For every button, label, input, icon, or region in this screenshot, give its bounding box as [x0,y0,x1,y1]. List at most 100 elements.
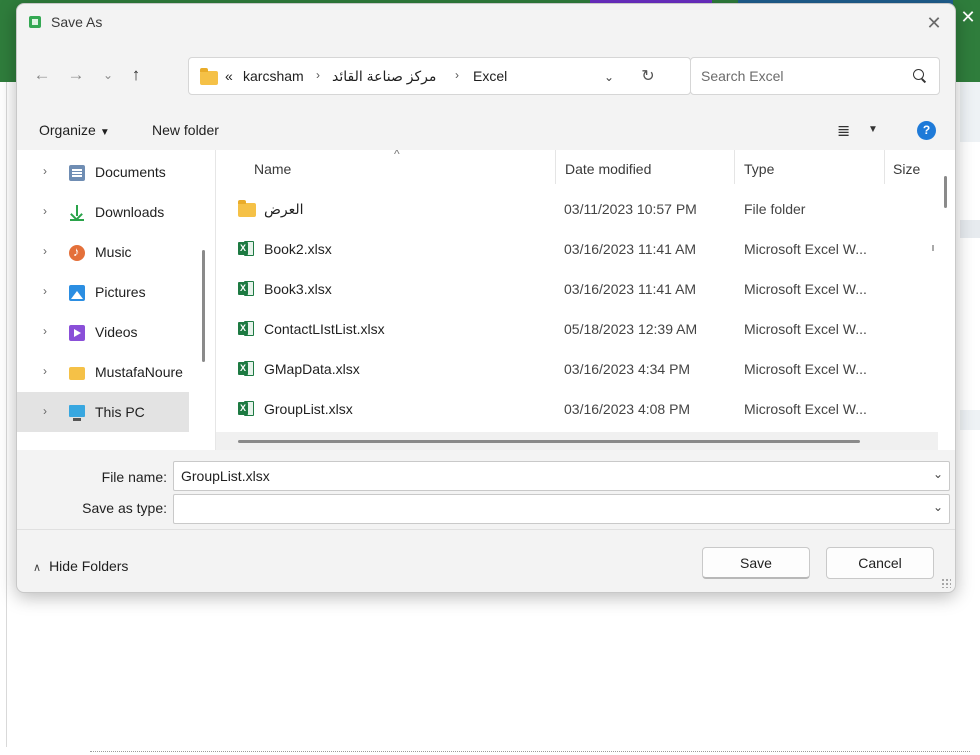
command-bar: Organize ▼ New folder ≣ ▼ ? [17,112,955,150]
file-name-dropdown-chevron-icon[interactable]: ⌄ [933,467,943,481]
back-arrow-icon[interactable]: ← [29,52,55,98]
pc-icon [69,405,85,421]
organize-button[interactable]: Organize ▼ [39,122,110,138]
expand-chevron-icon[interactable]: › [43,364,47,378]
search-box[interactable]: Search Excel [690,57,940,95]
recent-locations-chevron-icon[interactable]: ⌄ [95,52,121,98]
file-row[interactable]: العرض 03/11/2023 10:57 PM File folder [216,190,938,228]
file-type: Microsoft Excel W... [744,241,867,257]
expand-chevron-icon[interactable]: › [43,204,47,218]
folder-icon [238,200,256,217]
sidebar-item-label: MustafaNoure [95,364,183,380]
forward-arrow-icon[interactable]: → [63,52,89,98]
downloads-icon [69,205,85,221]
file-row[interactable]: X Book3.xlsx 03/16/2023 11:41 AM Microso… [216,270,938,308]
size-column-clip [932,245,934,251]
background-strip [960,82,980,142]
search-input[interactable]: Search Excel [701,68,783,84]
column-header-size[interactable]: Size [893,161,920,177]
expand-chevron-icon[interactable]: › [43,284,47,298]
folder-icon [200,68,218,85]
sidebar-item-documents[interactable]: › Documents [17,152,189,192]
file-name: GroupList.xlsx [264,401,353,417]
expand-chevron-icon[interactable]: › [43,244,47,258]
file-date: 03/16/2023 4:08 PM [564,401,691,417]
file-row[interactable]: X GMapData.xlsx 03/16/2023 4:34 PM Micro… [216,350,938,388]
chevron-up-icon: ∧ [33,562,42,574]
expand-chevron-icon[interactable]: › [43,164,47,178]
background-text-line [90,746,970,755]
file-row[interactable]: X Book2.xlsx 03/16/2023 11:41 AM Microso… [216,230,938,268]
folder-icon [69,367,85,380]
sidebar-item-this-pc[interactable]: › This PC [17,392,189,432]
documents-icon [69,165,85,181]
refresh-icon[interactable]: ↻ [636,65,660,89]
column-separator[interactable] [555,150,556,184]
breadcrumb-leader-center[interactable]: مركز صناعة القائد [332,68,436,85]
file-date: 03/11/2023 10:57 PM [564,201,697,217]
column-header-date-modified[interactable]: Date modified [565,161,651,177]
navigation-pane: › Documents › Downloads › Music › Pictur… [17,150,215,450]
file-type: Microsoft Excel W... [744,321,867,337]
view-options-icon[interactable]: ≣ [837,121,850,141]
excel-file-icon: X [238,321,254,336]
excel-file-icon: X [238,241,254,256]
excel-file-icon: X [238,401,254,416]
sidebar-item-pictures[interactable]: › Pictures [17,272,189,312]
column-separator[interactable] [884,150,885,184]
help-icon[interactable]: ? [917,121,936,140]
expand-chevron-icon[interactable]: › [43,404,47,418]
file-row[interactable]: X GroupList.xlsx 03/16/2023 4:08 PM Micr… [216,390,938,428]
up-arrow-icon[interactable]: ↑ [123,52,149,98]
file-type: Microsoft Excel W... [744,361,867,377]
file-name: Book3.xlsx [264,281,332,297]
file-name-field[interactable]: GroupList.xlsx ⌄ [173,461,950,491]
file-name-input[interactable]: GroupList.xlsx [181,468,270,484]
hide-folders-button[interactable]: ∧ Hide Folders [33,558,128,574]
new-folder-button[interactable]: New folder [152,122,219,138]
file-row[interactable]: X ContactLIstList.xlsx 05/18/2023 12:39 … [216,310,938,348]
title-bar[interactable]: Save As ✕ [17,4,955,42]
save-as-type-dropdown-chevron-icon[interactable]: ⌄ [933,500,943,514]
sidebar-item-downloads[interactable]: › Downloads [17,192,189,232]
view-dropdown-caret-icon[interactable]: ▼ [868,124,878,135]
hide-folders-label: Hide Folders [49,558,129,574]
address-dropdown-chevron-icon[interactable]: ⌄ [599,67,619,87]
expand-chevron-icon[interactable]: › [43,324,47,338]
sidebar-item-music[interactable]: › Music [17,232,189,272]
save-button[interactable]: Save [702,547,810,579]
cancel-button[interactable]: Cancel [826,547,934,579]
file-list-horizontal-scrollbar[interactable] [238,440,860,443]
file-type: Microsoft Excel W... [744,401,867,417]
organize-label: Organize [39,122,96,138]
address-bar[interactable]: « karcsham › مركز صناعة القائد › Excel ⌄… [188,57,691,95]
resize-grip-icon[interactable] [941,578,951,588]
file-list-vertical-scrollbar[interactable] [944,176,947,208]
music-icon [69,244,85,261]
pictures-icon [69,285,85,301]
breadcrumb-overflow[interactable]: « [225,68,233,84]
navigation-bar: ← → ⌄ ↑ « karcsham › مركز صناعة القائد ›… [17,52,955,100]
sidebar-item-mustafanoure[interactable]: › MustafaNoure [17,352,189,392]
breadcrumb-excel[interactable]: Excel [473,68,507,84]
breadcrumb-karcsham[interactable]: karcsham [243,68,304,84]
column-header-name[interactable]: Name [254,161,291,177]
background-close-icon[interactable]: ✕ [956,6,980,28]
sort-ascending-icon: ^ [394,150,400,161]
app-icon [29,16,41,28]
save-as-type-label: Save as type: [82,500,167,516]
file-name: ContactLIstList.xlsx [264,321,385,337]
sidebar-item-label: Pictures [95,284,146,300]
column-separator[interactable] [734,150,735,184]
file-name: Book2.xlsx [264,241,332,257]
sidebar-item-videos[interactable]: › Videos [17,312,189,352]
search-icon[interactable] [913,69,927,83]
sidebar-scrollbar[interactable] [202,250,205,362]
file-name: GMapData.xlsx [264,361,360,377]
close-icon[interactable]: ✕ [919,10,949,36]
file-type: Microsoft Excel W... [744,281,867,297]
column-header-type[interactable]: Type [744,161,774,177]
file-date: 03/16/2023 4:34 PM [564,361,691,377]
save-as-type-select[interactable]: ⌄ [173,494,950,524]
caret-down-icon: ▼ [99,127,110,138]
